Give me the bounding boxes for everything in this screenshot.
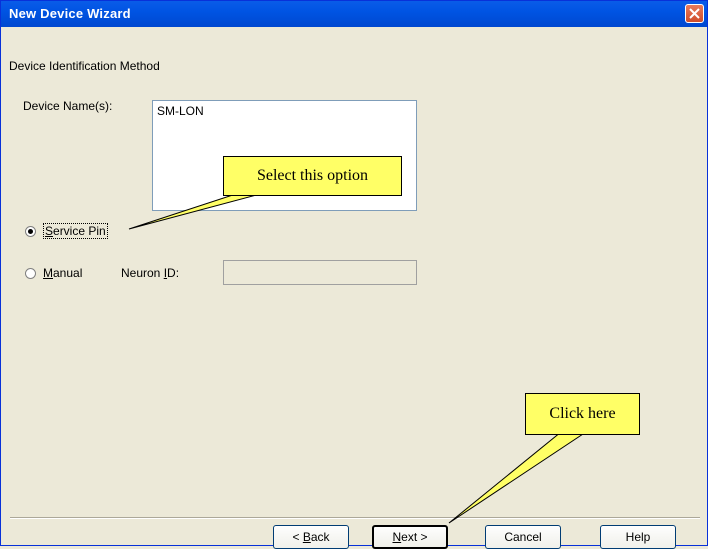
new-device-wizard-window: New Device Wizard Device Identification … — [0, 0, 708, 549]
callout-pointers — [128, 188, 588, 524]
select-option-callout: Select this option — [223, 156, 402, 196]
click-here-callout: Click here — [525, 393, 640, 435]
